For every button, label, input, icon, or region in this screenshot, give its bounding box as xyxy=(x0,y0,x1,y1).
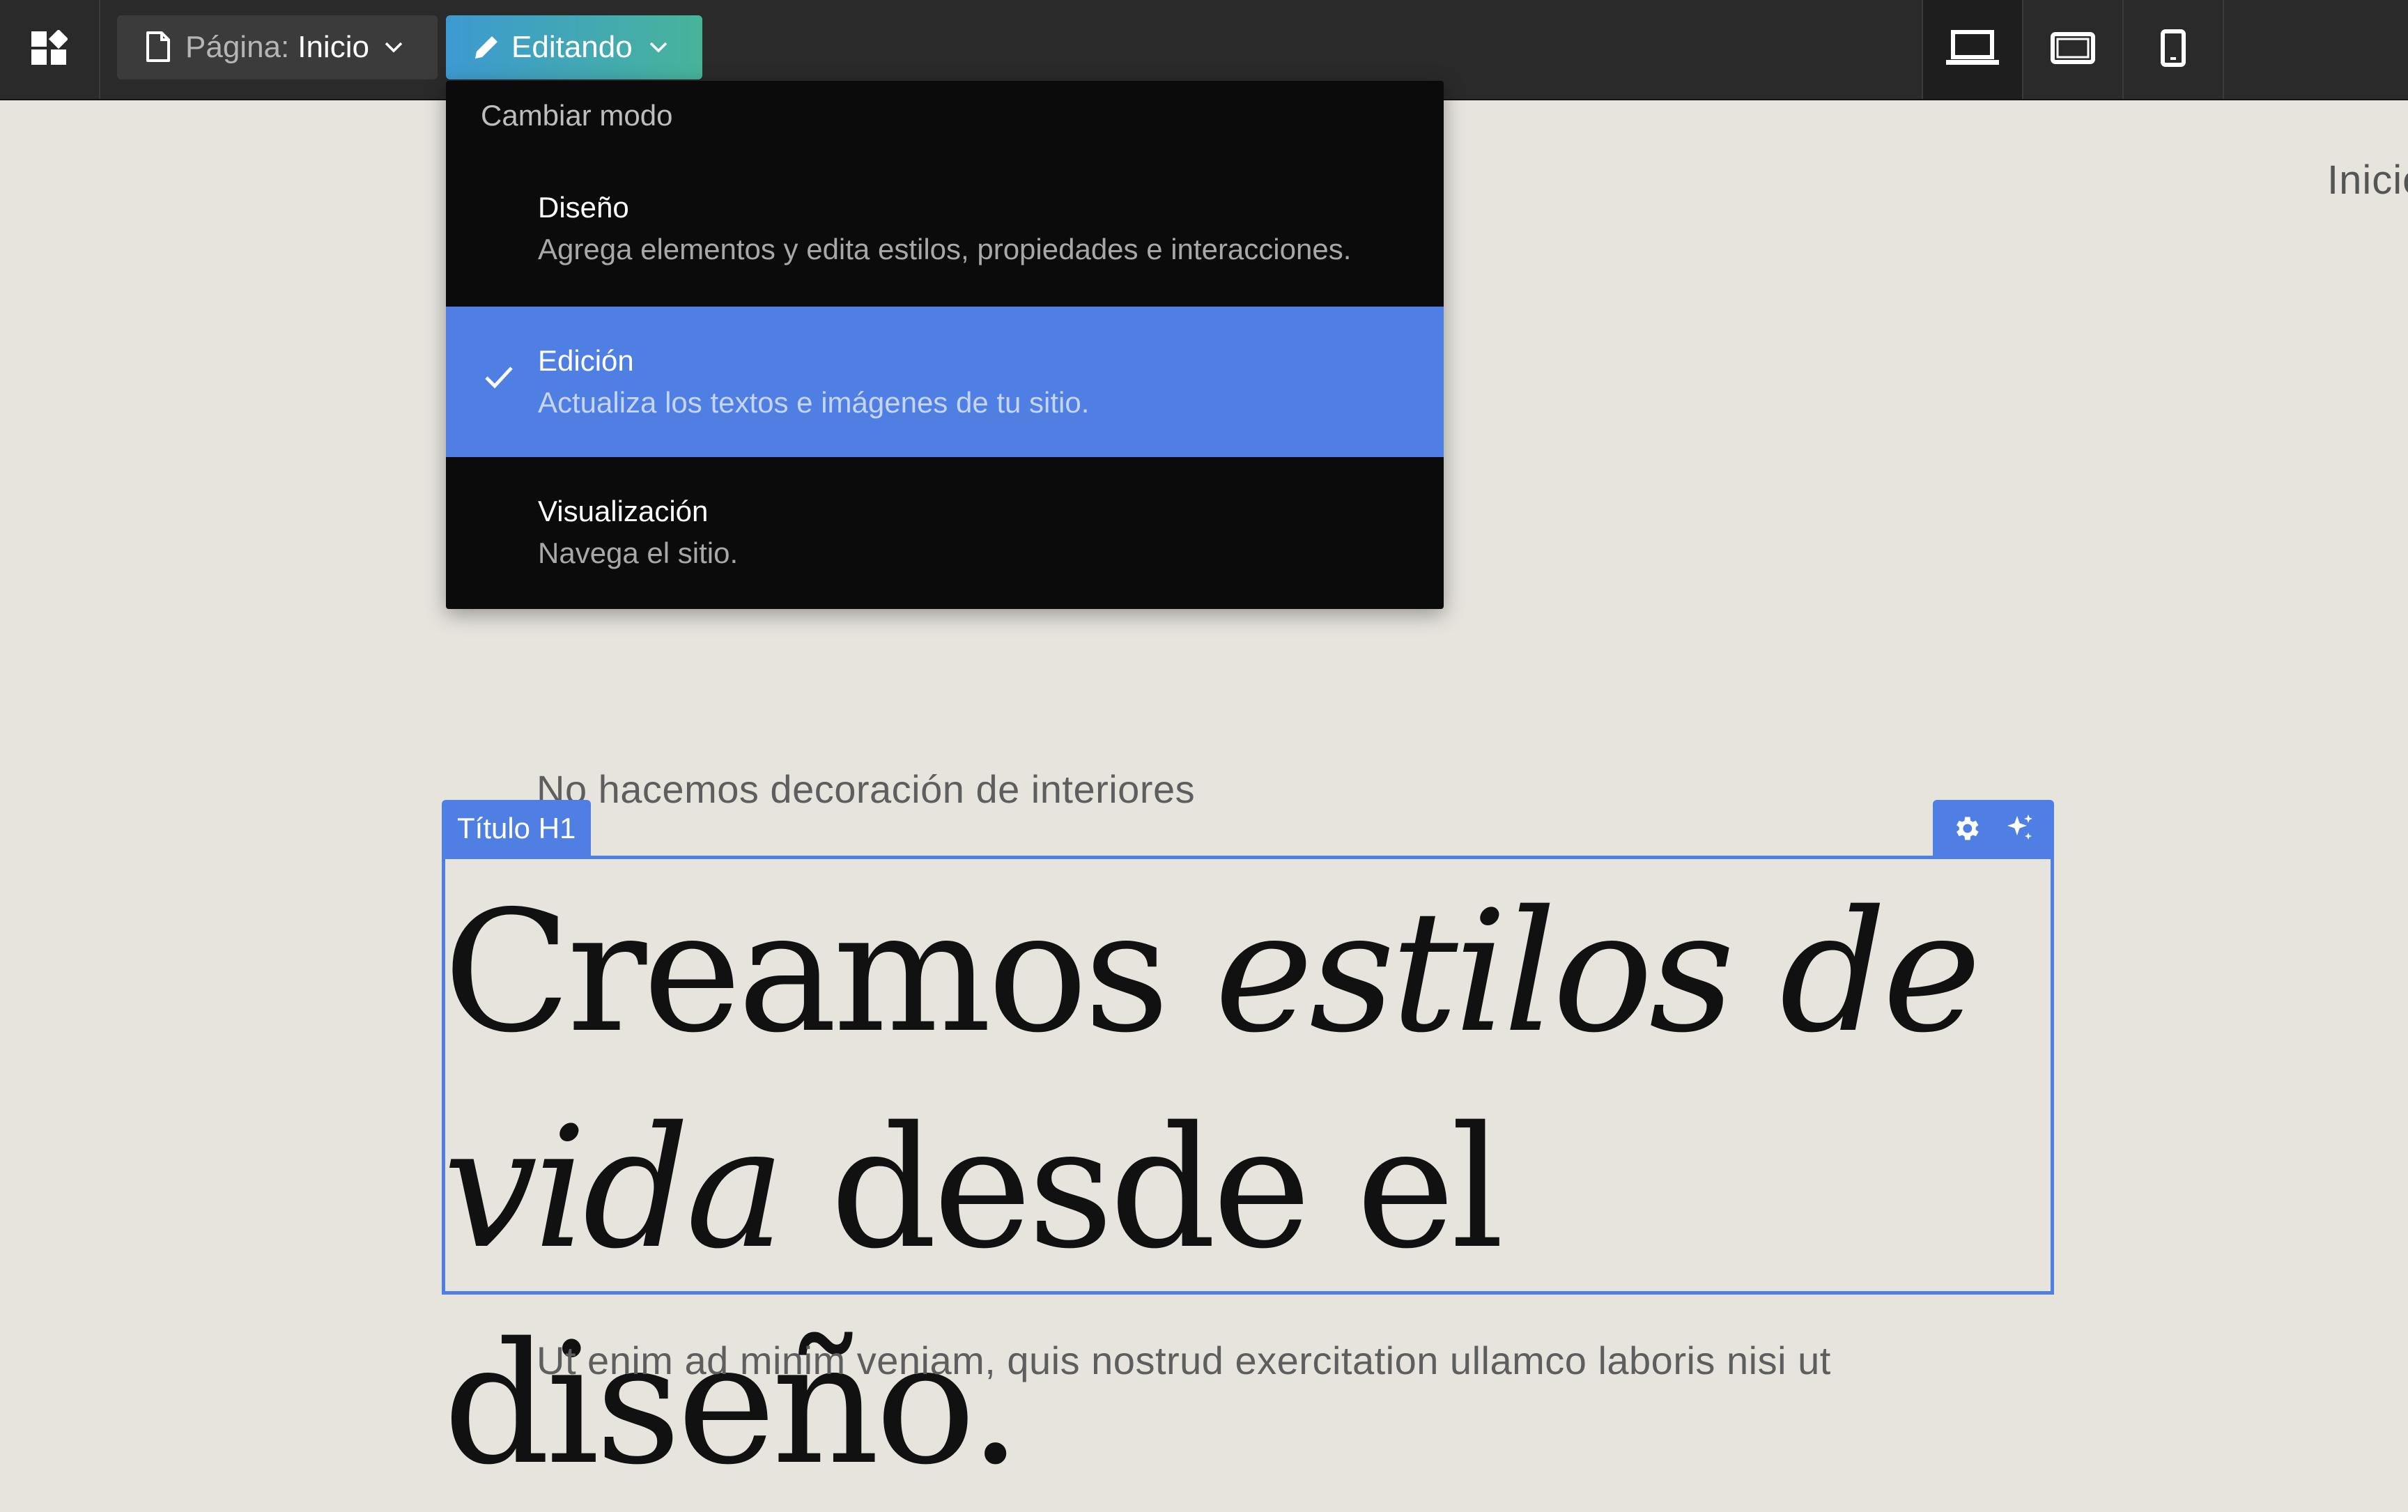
pencil-icon xyxy=(472,33,500,61)
chevron-down-icon xyxy=(649,42,667,53)
menu-item-title: Diseño xyxy=(538,191,629,224)
hero-heading-h1[interactable]: Creamos estilos de vida desde el diseño. xyxy=(443,864,2046,1512)
menu-item-visualizacion-option[interactable]: Visualización Navega el sitio. xyxy=(446,457,1444,608)
page-selector-button[interactable]: Página: Inicio xyxy=(117,15,438,79)
body-paragraph[interactable]: Ut enim ad minim veniam, quis nostrud ex… xyxy=(537,1338,1831,1383)
menu-item-description: Agrega elementos y edita estilos, propie… xyxy=(538,233,1352,265)
page-prefix-label: Página: xyxy=(185,30,290,64)
site-nav-link-inicio[interactable]: Inicio xyxy=(2327,157,2408,203)
mode-dropdown-menu: Cambiar modo Diseño Agrega elementos y e… xyxy=(446,81,1444,609)
mode-label: Editando xyxy=(511,30,633,64)
eyebrow-text[interactable]: No hacemos decoración de interiores xyxy=(537,766,1195,812)
menu-item-title: Visualización xyxy=(538,495,709,527)
menu-item-edicion-option[interactable]: Edición Actualiza los textos e imágenes … xyxy=(446,307,1444,457)
menu-item-diseno-option[interactable]: Diseño Agrega elementos y edita estilos,… xyxy=(446,153,1444,304)
device-tablet-button[interactable] xyxy=(2022,0,2122,99)
mode-selector-button[interactable]: Editando xyxy=(446,15,702,79)
gear-icon[interactable] xyxy=(1951,813,1982,844)
chevron-down-icon xyxy=(385,42,403,53)
menu-item-title: Edición xyxy=(538,344,634,377)
selection-toolbar xyxy=(1933,800,2054,857)
selection-label-tag: Título H1 xyxy=(442,800,592,857)
menu-item-description: Navega el sitio. xyxy=(538,537,739,569)
mobile-icon xyxy=(2161,29,2186,70)
menu-header: Cambiar modo xyxy=(481,99,673,132)
webflow-grid-logo-icon xyxy=(31,29,69,70)
app-menu-button[interactable] xyxy=(0,0,100,99)
sparkles-icon[interactable] xyxy=(2003,812,2037,845)
device-laptop-button[interactable] xyxy=(1922,0,2022,99)
check-icon xyxy=(484,365,514,390)
page-name-label: Inicio xyxy=(298,30,369,64)
laptop-icon xyxy=(1946,29,1999,70)
tablet-landscape-icon xyxy=(2051,31,2095,68)
heading-part-1: Creamos xyxy=(443,874,1214,1070)
device-mobile-button[interactable] xyxy=(2122,0,2224,99)
document-icon xyxy=(145,31,171,63)
menu-item-description: Actualiza los textos e imágenes de tu si… xyxy=(538,386,1090,419)
